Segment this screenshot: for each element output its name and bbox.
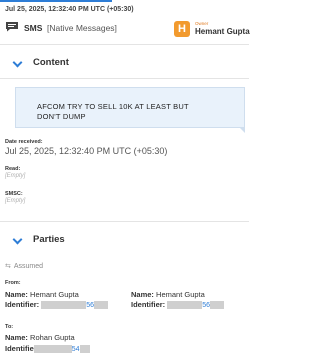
chevron-down-icon	[12, 57, 23, 68]
redaction	[94, 301, 109, 310]
active-tab-indicator	[0, 0, 112, 2]
message-type-row: SMS [Native Messages] H Owner Hemant Gup…	[5, 19, 250, 39]
smsc-label: SMSC:	[5, 191, 23, 197]
message-source-label: [Native Messages]	[47, 23, 117, 33]
chevron-down-icon	[12, 234, 23, 245]
parties-section-title: Parties	[33, 234, 65, 245]
redaction	[33, 345, 72, 354]
redaction	[210, 301, 225, 310]
message-text: AFCOM TRY TO SELL 10K AT LEAST BUT DON'T…	[37, 102, 189, 121]
divider	[0, 44, 249, 45]
to-label: To:	[5, 324, 14, 330]
party-name: Name: Hemant Gupta	[131, 290, 205, 299]
party-name: Name: Hemant Gupta	[5, 290, 79, 299]
owner-caption: Owner	[195, 21, 209, 26]
message-icon	[6, 22, 18, 32]
smsc-value: [Empty]	[5, 198, 26, 204]
content-section-title: Content	[33, 57, 69, 68]
date-received-label: Date received:	[5, 139, 43, 145]
parties-section-header[interactable]: Parties	[0, 230, 249, 252]
from-label: From:	[5, 280, 21, 286]
message-type-label: SMS	[24, 23, 43, 33]
read-value: [Empty]	[5, 173, 26, 179]
owner-avatar: H	[174, 21, 190, 37]
party-identifier: Identifier: 56	[5, 300, 109, 310]
message-line: AFCOM TRY TO SELL 10K AT LEAST BUT	[37, 102, 189, 111]
assumed-indicator: ⇆ Assumed	[5, 262, 43, 270]
redaction	[167, 301, 203, 310]
party-identifier: Identifie 54	[5, 344, 90, 354]
divider	[0, 78, 249, 79]
read-label: Read:	[5, 166, 21, 172]
party-name: Name: Rohan Gupta	[5, 333, 75, 342]
message-bubble: AFCOM TRY TO SELL 10K AT LEAST BUT DON'T…	[15, 87, 245, 128]
message-line: DON'T DUMP	[37, 111, 86, 121]
assumed-label: Assumed	[13, 263, 44, 270]
divider	[0, 221, 249, 222]
date-received-value: Jul 25, 2025, 12:32:40 PM UTC (+05:30)	[5, 146, 168, 156]
header-timestamp: Jul 25, 2025, 12:32:40 PM UTC (+05:30)	[5, 6, 134, 13]
arrows-icon: ⇆	[5, 263, 11, 270]
redaction	[79, 345, 90, 354]
redaction	[41, 301, 87, 310]
owner-name: Hemant Gupta	[195, 27, 250, 36]
bubble-tail	[239, 127, 245, 133]
party-identifier: Identifier: 56	[131, 300, 225, 310]
content-section-header[interactable]: Content	[0, 53, 249, 75]
